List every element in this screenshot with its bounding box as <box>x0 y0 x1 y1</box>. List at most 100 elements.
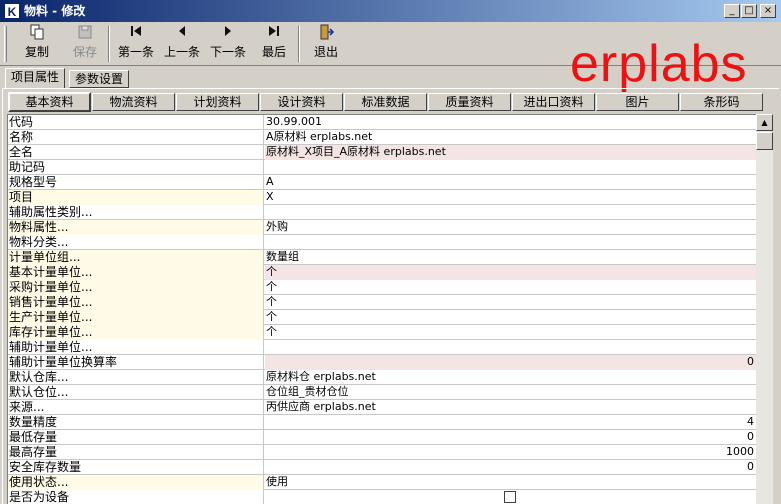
spec-field[interactable]: A <box>265 175 756 190</box>
aux-attr-category-field[interactable] <box>265 205 756 220</box>
tab-picture[interactable]: 图片 <box>596 93 679 111</box>
tab-barcode[interactable]: 条形码 <box>680 93 763 111</box>
close-button[interactable]: × <box>760 4 776 18</box>
copy-label: 复制 <box>24 45 49 59</box>
field-label: 生产计量单位... <box>8 310 264 325</box>
vertical-scrollbar[interactable]: ▲ <box>756 114 773 504</box>
is-equipment-checkbox[interactable] <box>504 491 516 503</box>
field-label: 辅助计量单位... <box>8 340 264 355</box>
full-name-field[interactable]: 原材料_X项目_A原材料 erplabs.net <box>265 145 756 160</box>
field-label: 安全库存数量 <box>8 460 264 475</box>
grid-row-aux-unit: 辅助计量单位... <box>8 340 756 355</box>
window-title: 物料 - 修改 <box>24 4 86 18</box>
purchase-unit-field[interactable]: 个 <box>265 280 756 295</box>
min-stock-field[interactable]: 0 <box>265 430 756 445</box>
maximize-button[interactable]: □ <box>741 4 757 18</box>
field-label: 规格型号 <box>8 175 264 190</box>
tab-item-properties[interactable]: 项目属性 <box>5 68 66 89</box>
tab-parameter-settings[interactable]: 参数设置 <box>69 70 130 88</box>
scroll-thumb[interactable] <box>756 132 773 150</box>
grid-row-min-stock: 最低存量 0 <box>8 430 756 445</box>
code-field[interactable]: 30.99.001 <box>265 115 756 130</box>
qty-precision-field[interactable]: 4 <box>265 415 756 430</box>
exit-button[interactable]: 退出 <box>303 24 349 64</box>
name-field[interactable]: A原材料 erplabs.net <box>265 130 756 145</box>
field-label: 最高存量 <box>8 445 264 460</box>
field-label: 最低存量 <box>8 430 264 445</box>
safety-stock-field[interactable]: 0 <box>265 460 756 475</box>
project-field[interactable]: X <box>265 190 756 205</box>
field-label: 辅助属性类别... <box>8 205 264 220</box>
tab-planning[interactable]: 计划资料 <box>176 93 259 111</box>
minimize-button[interactable]: _ <box>724 4 740 18</box>
tab-quality[interactable]: 质量资料 <box>428 93 511 111</box>
first-record-label: 第一条 <box>117 45 154 59</box>
default-location-field[interactable]: 仓位组_贵材仓位 <box>265 385 756 400</box>
mnemonic-field[interactable] <box>265 160 756 175</box>
production-unit-field[interactable]: 个 <box>265 310 756 325</box>
field-label: 辅助计量单位换算率 <box>8 355 264 370</box>
scroll-up-button[interactable]: ▲ <box>756 114 773 131</box>
material-category-field[interactable] <box>265 235 756 250</box>
field-label: 项目 <box>8 190 264 205</box>
field-label: 代码 <box>8 115 264 130</box>
max-stock-field[interactable]: 1000 <box>265 445 756 460</box>
first-record-icon <box>113 24 159 44</box>
first-record-button[interactable]: 第一条 <box>113 24 159 64</box>
grid-row-is-equipment: 是否为设备 <box>8 490 756 504</box>
save-label: 保存 <box>72 45 97 59</box>
field-label: 销售计量单位... <box>8 295 264 310</box>
field-label: 来源... <box>8 400 264 415</box>
last-record-icon <box>251 24 297 44</box>
usage-status-field[interactable]: 使用 <box>265 475 756 490</box>
last-record-button[interactable]: 最后 <box>251 24 297 64</box>
field-label: 数量精度 <box>8 415 264 430</box>
grid-row-purchase-unit: 采购计量单位... 个 <box>8 280 756 295</box>
field-label: 库存计量单位... <box>8 325 264 340</box>
prev-record-button[interactable]: 上一条 <box>159 24 205 64</box>
grid-row-qty-precision: 数量精度 4 <box>8 415 756 430</box>
last-record-label: 最后 <box>261 45 286 59</box>
field-label: 采购计量单位... <box>8 280 264 295</box>
tab-design[interactable]: 设计资料 <box>260 93 343 111</box>
grid-row-full-name: 全名 原材料_X项目_A原材料 erplabs.net <box>8 145 756 160</box>
tab-logistics[interactable]: 物流资料 <box>92 93 175 111</box>
exit-label: 退出 <box>313 45 338 59</box>
grid-row-material-category: 物料分类... <box>8 235 756 250</box>
save-button[interactable]: 保存 <box>62 24 108 64</box>
grid-row-name: 名称 A原材料 erplabs.net <box>8 130 756 145</box>
disk-icon <box>62 24 108 44</box>
unit-group-field[interactable]: 数量组 <box>265 250 756 265</box>
grid-row-base-unit: 基本计量单位... 个 <box>8 265 756 280</box>
toolbar-separator <box>298 26 300 62</box>
source-field[interactable]: 丙供应商 erplabs.net <box>265 400 756 415</box>
next-arrow-icon <box>205 24 251 44</box>
tab-import-export[interactable]: 进出口资料 <box>512 93 595 111</box>
field-label: 助记码 <box>8 160 264 175</box>
grid-row-safety-stock: 安全库存数量 0 <box>8 460 756 475</box>
grid-row-aux-unit-rate: 辅助计量单位换算率 0 <box>8 355 756 370</box>
grid-row-spec: 规格型号 A <box>8 175 756 190</box>
title-bar: K 物料 - 修改 _ □ × <box>0 0 781 22</box>
stock-unit-field[interactable]: 个 <box>265 325 756 340</box>
prev-arrow-icon <box>159 24 205 44</box>
grid-row-default-warehouse: 默认仓库... 原材料仓 erplabs.net <box>8 370 756 385</box>
base-unit-field[interactable]: 个 <box>265 265 756 280</box>
aux-unit-rate-field[interactable]: 0 <box>265 355 756 370</box>
grid-row-stock-unit: 库存计量单位... 个 <box>8 325 756 340</box>
field-label: 是否为设备 <box>8 490 264 504</box>
app-logo-icon: K <box>4 3 20 19</box>
tab-standard-data[interactable]: 标准数据 <box>344 93 427 111</box>
grid-row-code: 代码 30.99.001 <box>8 115 756 130</box>
inner-tab-strip: 基本资料 物流资料 计划资料 设计资料 标准数据 质量资料 进出口资料 图片 条… <box>8 92 763 112</box>
sales-unit-field[interactable]: 个 <box>265 295 756 310</box>
next-record-button[interactable]: 下一条 <box>205 24 251 64</box>
field-label: 物料分类... <box>8 235 264 250</box>
property-grid: 代码 30.99.001 名称 A原材料 erplabs.net 全名 原材料_X项目… <box>7 114 756 504</box>
tab-basic-info[interactable]: 基本资料 <box>8 92 91 112</box>
aux-unit-field[interactable] <box>265 340 756 355</box>
copy-button[interactable]: 复制 <box>14 24 60 64</box>
material-attr-field[interactable]: 外购 <box>265 220 756 235</box>
toolbar-grip[interactable] <box>4 26 7 62</box>
default-warehouse-field[interactable]: 原材料仓 erplabs.net <box>265 370 756 385</box>
